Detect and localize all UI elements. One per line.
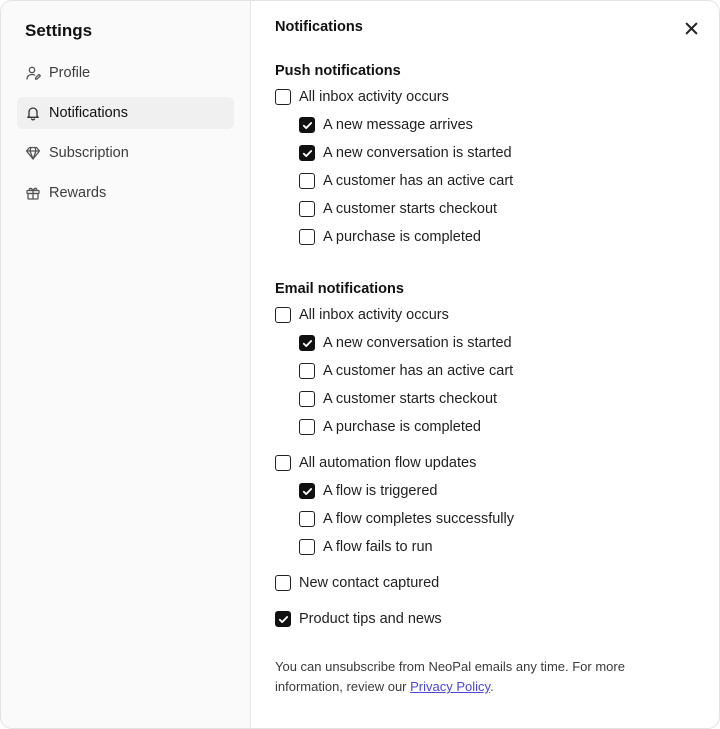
- push-notifications-heading: Push notifications: [275, 63, 401, 79]
- user-icon: [25, 65, 41, 81]
- checkbox[interactable]: [299, 335, 315, 351]
- checkbox[interactable]: [275, 611, 291, 627]
- gift-icon: [25, 185, 41, 201]
- checkbox[interactable]: [299, 511, 315, 527]
- privacy-policy-link[interactable]: Privacy Policy: [410, 679, 490, 694]
- push-starts-checkout-checkbox[interactable]: A customer starts checkout: [275, 195, 695, 223]
- checkbox-label: All automation flow updates: [299, 455, 477, 471]
- email-active-cart-checkbox[interactable]: A customer has an active cart: [275, 357, 695, 385]
- checkbox-label: Product tips and news: [299, 611, 442, 627]
- checkbox[interactable]: [275, 455, 291, 471]
- sidebar: Settings Profile Notifications Subscript…: [1, 1, 251, 728]
- email-product-tips-checkbox[interactable]: Product tips and news: [275, 605, 695, 633]
- push-active-cart-checkbox[interactable]: A customer has an active cart: [275, 167, 695, 195]
- sidebar-item-profile[interactable]: Profile: [17, 57, 234, 89]
- checkbox[interactable]: [299, 173, 315, 189]
- checkbox-label: A new conversation is started: [323, 335, 512, 351]
- checkbox-label: A customer has an active cart: [323, 173, 514, 189]
- checkbox[interactable]: [275, 307, 291, 323]
- checkbox-label: A flow completes successfully: [323, 511, 514, 527]
- checkbox[interactable]: [299, 201, 315, 217]
- email-new-conversation-checkbox[interactable]: A new conversation is started: [275, 329, 695, 357]
- checkbox[interactable]: [299, 117, 315, 133]
- push-purchase-completed-checkbox[interactable]: A purchase is completed: [275, 223, 695, 251]
- close-icon: [685, 22, 698, 35]
- checkbox-label: All inbox activity occurs: [299, 89, 449, 105]
- sidebar-title: Settings: [25, 21, 93, 40]
- checkbox-label: A purchase is completed: [323, 419, 481, 435]
- email-all-flow-updates-checkbox[interactable]: All automation flow updates: [275, 449, 695, 477]
- settings-window: Settings Profile Notifications Subscript…: [0, 0, 720, 729]
- page-title: Notifications: [275, 19, 363, 35]
- checkbox[interactable]: [299, 229, 315, 245]
- checkbox[interactable]: [299, 539, 315, 555]
- unsubscribe-note: You can unsubscribe from NeoPal emails a…: [275, 657, 695, 697]
- push-all-inbox-checkbox[interactable]: All inbox activity occurs: [275, 83, 695, 111]
- checkbox-label: A new conversation is started: [323, 145, 512, 161]
- checkbox[interactable]: [299, 145, 315, 161]
- checkbox-label: New contact captured: [299, 575, 440, 591]
- notifications-panel: Notifications Push notifications All inb…: [251, 1, 719, 728]
- push-new-conversation-checkbox[interactable]: A new conversation is started: [275, 139, 695, 167]
- checkbox-label: A customer starts checkout: [323, 391, 498, 407]
- sidebar-item-label: Profile: [49, 65, 91, 81]
- unsubscribe-text-end: .: [490, 679, 494, 694]
- email-all-inbox-checkbox[interactable]: All inbox activity occurs: [275, 301, 695, 329]
- checkbox-label: A purchase is completed: [323, 229, 481, 245]
- email-starts-checkout-checkbox[interactable]: A customer starts checkout: [275, 385, 695, 413]
- email-flow-completes-checkbox[interactable]: A flow completes successfully: [275, 505, 695, 533]
- sidebar-item-rewards[interactable]: Rewards: [17, 177, 234, 209]
- checkbox[interactable]: [299, 419, 315, 435]
- checkbox-label: A new message arrives: [323, 117, 473, 133]
- checkbox-label: A flow is triggered: [323, 483, 438, 499]
- email-flow-triggered-checkbox[interactable]: A flow is triggered: [275, 477, 695, 505]
- diamond-icon: [25, 145, 41, 161]
- push-new-message-checkbox[interactable]: A new message arrives: [275, 111, 695, 139]
- checkbox-label: All inbox activity occurs: [299, 307, 449, 323]
- checkbox[interactable]: [275, 89, 291, 105]
- close-button[interactable]: [681, 18, 701, 38]
- sidebar-item-label: Subscription: [49, 145, 129, 161]
- checkbox-label: A customer starts checkout: [323, 201, 498, 217]
- email-new-contact-checkbox[interactable]: New contact captured: [275, 569, 695, 597]
- bell-icon: [25, 105, 41, 121]
- sidebar-item-label: Rewards: [49, 185, 107, 201]
- checkbox[interactable]: [299, 363, 315, 379]
- checkbox[interactable]: [299, 391, 315, 407]
- email-purchase-completed-checkbox[interactable]: A purchase is completed: [275, 413, 695, 441]
- checkbox[interactable]: [299, 483, 315, 499]
- checkbox[interactable]: [275, 575, 291, 591]
- checkbox-label: A customer has an active cart: [323, 363, 514, 379]
- sidebar-item-subscription[interactable]: Subscription: [17, 137, 234, 169]
- checkbox-label: A flow fails to run: [323, 539, 433, 555]
- sidebar-item-label: Notifications: [49, 105, 128, 121]
- email-notifications-heading: Email notifications: [275, 281, 404, 297]
- email-flow-fails-checkbox[interactable]: A flow fails to run: [275, 533, 695, 561]
- sidebar-item-notifications[interactable]: Notifications: [17, 97, 234, 129]
